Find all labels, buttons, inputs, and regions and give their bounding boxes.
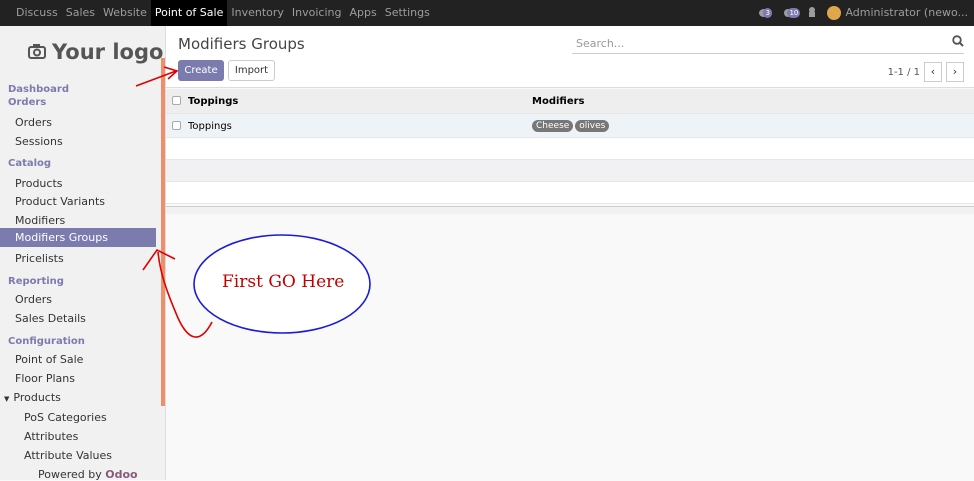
company-logo[interactable]: Your logo (28, 40, 163, 64)
top-navbar: Discuss Sales Website Point of Sale Inve… (0, 0, 974, 26)
section-reporting: Reporting (8, 276, 64, 287)
pager-previous-button[interactable]: ‹ (924, 62, 942, 82)
section-orders: Orders (8, 97, 47, 108)
app-menu: Discuss Sales Website Point of Sale Inve… (12, 0, 434, 26)
search-placeholder: Search... (576, 37, 625, 50)
menu-point-of-sale[interactable]: Point of Sale (150, 0, 228, 26)
column-header-toppings[interactable]: Toppings (188, 96, 238, 107)
sidebar-item-pos-categories[interactable]: PoS Categories (24, 411, 107, 424)
sidebar-item-modifiers[interactable]: Modifiers (15, 214, 65, 227)
table-row-empty (166, 182, 974, 204)
logo-text: Your logo (52, 40, 164, 64)
menu-inventory[interactable]: Inventory (227, 0, 288, 26)
table-row-empty (166, 138, 974, 160)
section-dashboard[interactable]: Dashboard (8, 84, 69, 95)
highlight-bar (161, 58, 165, 406)
systray: 3 10 Administrator (newo... (759, 0, 968, 26)
activity-badge: 10 (787, 8, 801, 18)
sidebar-item-label: Modifiers Groups (15, 231, 108, 244)
search-icon[interactable] (952, 35, 964, 50)
sidebar-item-floor-plans[interactable]: Floor Plans (15, 372, 75, 385)
menu-apps[interactable]: Apps (345, 0, 380, 26)
import-button[interactable]: Import (228, 60, 275, 81)
section-configuration: Configuration (8, 336, 85, 347)
chevron-down-icon: ▼ (4, 395, 10, 403)
modifier-tags: Cheese olives (532, 120, 611, 132)
control-panel: Modifiers Groups Create Import Search...… (166, 26, 974, 88)
table-row[interactable]: Toppings Cheese olives (166, 114, 974, 138)
sidebar-item-orders[interactable]: Orders (15, 116, 52, 129)
sidebar-item-report-orders[interactable]: Orders (15, 293, 52, 306)
menu-sales[interactable]: Sales (62, 0, 99, 26)
pager-value[interactable]: 1-1 / 1 (888, 67, 920, 78)
sidebar-item-sales-details[interactable]: Sales Details (15, 312, 86, 325)
create-button[interactable]: Create (178, 60, 224, 81)
table-header: Toppings Modifiers (166, 89, 974, 114)
camera-icon (28, 43, 46, 64)
annotation-text: First GO Here (222, 272, 345, 292)
sidebar-item-attribute-values[interactable]: Attribute Values (24, 449, 112, 462)
powered-by-text: Powered by (38, 468, 102, 481)
avatar (827, 6, 842, 20)
sidebar-item-products-group[interactable]: ▼ Products (4, 391, 61, 404)
list-table: Toppings Modifiers Toppings Cheese olives (166, 89, 974, 204)
chat-icon[interactable]: 3 (759, 8, 773, 18)
column-header-modifiers[interactable]: Modifiers (532, 96, 585, 107)
debug-icon[interactable] (807, 6, 817, 21)
select-all-checkbox[interactable] (172, 96, 181, 105)
odoo-link[interactable]: Odoo (105, 468, 137, 481)
search-input[interactable]: Search... (572, 34, 964, 54)
pager-next-button[interactable]: › (946, 62, 964, 82)
main-content: Modifiers Groups Create Import Search...… (166, 26, 974, 480)
sidebar-item-product-variants[interactable]: Product Variants (15, 195, 105, 208)
activity-icon[interactable]: 10 (783, 8, 801, 18)
sidebar-item-products[interactable]: Products (15, 177, 63, 190)
menu-settings[interactable]: Settings (381, 0, 434, 26)
chat-badge: 3 (763, 8, 772, 18)
sidebar-item-attributes[interactable]: Attributes (24, 430, 78, 443)
section-catalog: Catalog (8, 158, 52, 169)
user-menu[interactable]: Administrator (newo... (827, 6, 968, 20)
menu-invoicing[interactable]: Invoicing (288, 0, 346, 26)
sidebar: Your logo Dashboard Orders Orders Sessio… (0, 26, 166, 481)
row-name: Toppings (188, 121, 232, 132)
menu-discuss[interactable]: Discuss (12, 0, 62, 26)
row-checkbox[interactable] (172, 121, 181, 130)
pager: 1-1 / 1 ‹ › (888, 62, 964, 82)
powered-by: Powered by Odoo (38, 468, 138, 481)
tag-olives: olives (575, 120, 610, 132)
menu-website[interactable]: Website (99, 0, 151, 26)
sidebar-item-point-of-sale[interactable]: Point of Sale (15, 353, 83, 366)
page-title: Modifiers Groups (178, 35, 305, 53)
sidebar-item-sessions[interactable]: Sessions (15, 135, 63, 148)
table-row-empty (166, 160, 974, 182)
sidebar-item-modifiers-groups[interactable]: Modifiers Groups (0, 228, 156, 247)
sidebar-item-pricelists[interactable]: Pricelists (15, 252, 64, 265)
tag-cheese: Cheese (532, 120, 574, 132)
table-footer (166, 206, 974, 214)
sidebar-item-label: Products (13, 391, 61, 404)
user-name: Administrator (newo... (845, 6, 968, 19)
